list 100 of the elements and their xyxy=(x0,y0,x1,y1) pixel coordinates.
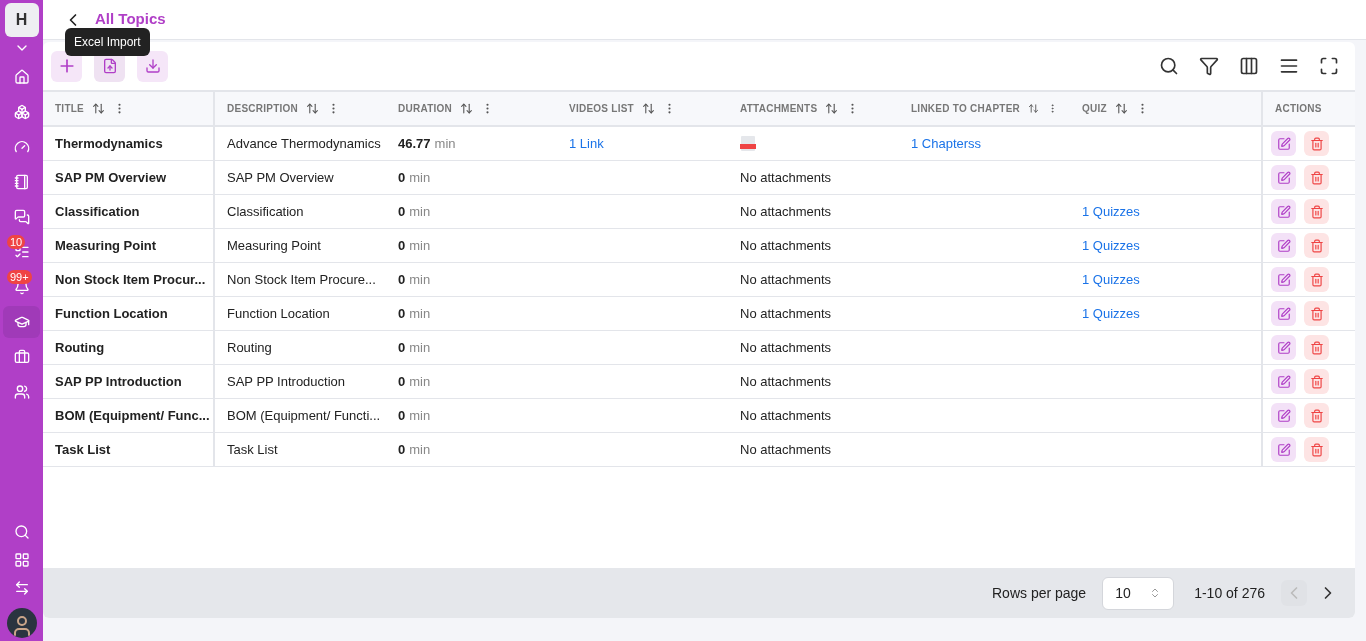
search-icon[interactable] xyxy=(1159,56,1179,76)
sort-icon[interactable] xyxy=(825,102,839,115)
duration-unit: min xyxy=(409,440,431,459)
quiz-link[interactable]: 1 Quizzes xyxy=(1082,235,1140,256)
edit-button[interactable] xyxy=(1271,267,1296,292)
filter-icon[interactable] xyxy=(1199,56,1219,76)
edit-button[interactable] xyxy=(1271,335,1296,360)
duration-value: 46.77 xyxy=(398,134,431,153)
edit-button[interactable] xyxy=(1271,165,1296,190)
trash-icon xyxy=(1309,136,1324,151)
table-cell: BOM (Equipment/ Functi... xyxy=(215,399,386,433)
sort-icon[interactable] xyxy=(92,102,106,115)
duration-unit: min xyxy=(409,304,431,323)
table-cell: Function Location xyxy=(215,297,386,331)
duration-unit: min xyxy=(409,236,431,255)
chapter-link[interactable]: 1 Chapterss xyxy=(911,133,982,154)
duration-value: 0 xyxy=(398,338,406,357)
quiz-link[interactable]: 1 Quizzes xyxy=(1082,269,1140,290)
trash-icon xyxy=(1309,306,1324,321)
apps-icon[interactable] xyxy=(13,552,30,568)
select-value: 10 xyxy=(1115,583,1131,603)
table-cell: Function Location xyxy=(43,297,215,331)
column-header[interactable]: QUIZ xyxy=(1070,92,1261,125)
fullscreen-icon[interactable] xyxy=(1319,56,1339,76)
delete-button[interactable] xyxy=(1304,437,1329,462)
table-cell: SAP PP Introduction xyxy=(215,365,386,399)
delete-button[interactable] xyxy=(1304,267,1329,292)
column-header[interactable]: DESCRIPTION xyxy=(215,92,386,125)
page-range: 1-10 of 276 xyxy=(1194,583,1265,603)
sort-icon[interactable] xyxy=(642,102,655,115)
duration-unit: min xyxy=(409,202,431,221)
column-header[interactable]: ATTACHMENTS xyxy=(728,92,899,125)
attachment-text: No attachments xyxy=(740,304,832,323)
edit-button[interactable] xyxy=(1271,301,1296,326)
edit-icon xyxy=(1276,408,1291,423)
delete-button[interactable] xyxy=(1304,131,1329,156)
edit-button[interactable] xyxy=(1271,131,1296,156)
trash-icon xyxy=(1309,340,1324,355)
users-icon xyxy=(13,383,30,400)
count-badge: 99+ xyxy=(7,269,32,284)
column-header[interactable]: ACTIONS xyxy=(1261,92,1355,125)
attachment-text: No attachments xyxy=(740,338,832,357)
delete-button[interactable] xyxy=(1304,233,1329,258)
edit-icon xyxy=(1276,306,1291,321)
edit-button[interactable] xyxy=(1271,233,1296,258)
edit-icon xyxy=(1276,442,1291,457)
duration-value: 0 xyxy=(398,236,406,255)
edit-icon xyxy=(1276,204,1291,219)
logo[interactable]: H xyxy=(4,3,39,37)
quiz-link[interactable]: 1 Quizzes xyxy=(1082,303,1140,324)
sort-icon[interactable] xyxy=(460,102,474,115)
attachment-text: No attachments xyxy=(740,168,832,187)
avatar[interactable] xyxy=(6,608,37,638)
videos-link[interactable]: 1 Link xyxy=(569,133,604,154)
delete-button[interactable] xyxy=(1304,165,1329,190)
column-header[interactable]: TITLE xyxy=(43,92,215,125)
download-icon xyxy=(144,58,161,74)
edit-button[interactable] xyxy=(1271,403,1296,428)
column-header[interactable]: LINKED TO CHAPTER xyxy=(899,92,1070,125)
sort-icon[interactable] xyxy=(1028,102,1040,115)
briefcase-icon xyxy=(13,348,30,365)
table-cell: BOM (Equipment/ Func... xyxy=(43,399,215,433)
home-icon xyxy=(13,68,30,85)
duration-unit: min xyxy=(409,406,431,425)
columns-icon[interactable] xyxy=(1239,56,1259,76)
rows-per-page-select[interactable]: 10 xyxy=(1102,576,1175,610)
attachment-text: No attachments xyxy=(740,372,832,391)
delete-button[interactable] xyxy=(1304,199,1329,224)
chat-icon xyxy=(13,208,30,225)
edit-button[interactable] xyxy=(1271,437,1296,462)
rows-per-page-label: Rows per page xyxy=(992,583,1087,603)
column-header[interactable]: DURATION xyxy=(386,92,557,125)
gauge-icon xyxy=(13,138,30,155)
quiz-link[interactable]: 1 Quizzes xyxy=(1082,201,1140,222)
duration-value: 0 xyxy=(398,372,406,391)
sort-icon[interactable] xyxy=(306,102,320,115)
download-button[interactable] xyxy=(137,50,168,82)
delete-button[interactable] xyxy=(1304,335,1329,360)
swap-icon[interactable] xyxy=(13,580,30,596)
pdf-file-icon[interactable] xyxy=(740,136,756,151)
edit-button[interactable] xyxy=(1271,199,1296,224)
table-cell: SAP PM Overview xyxy=(43,161,215,195)
table-cell: Measuring Point xyxy=(43,229,215,263)
table-cell: Measuring Point xyxy=(215,229,386,263)
add-button[interactable] xyxy=(51,50,82,82)
nav-item[interactable] xyxy=(3,305,40,338)
column-header[interactable]: VIDEOS LIST xyxy=(557,92,728,125)
delete-button[interactable] xyxy=(1304,301,1329,326)
edit-button[interactable] xyxy=(1271,369,1296,394)
table-cell: Thermodynamics xyxy=(43,127,215,161)
sort-icon[interactable] xyxy=(1114,102,1128,115)
delete-button[interactable] xyxy=(1304,403,1329,428)
attachment-text: No attachments xyxy=(740,202,832,221)
delete-button[interactable] xyxy=(1304,369,1329,394)
trash-icon xyxy=(1309,442,1324,457)
nav-item[interactable]: 99+ xyxy=(3,270,40,303)
density-icon[interactable] xyxy=(1279,56,1299,76)
nav-item[interactable]: 10 xyxy=(3,235,40,268)
duration-value: 0 xyxy=(398,406,406,425)
trash-icon xyxy=(1309,272,1324,287)
